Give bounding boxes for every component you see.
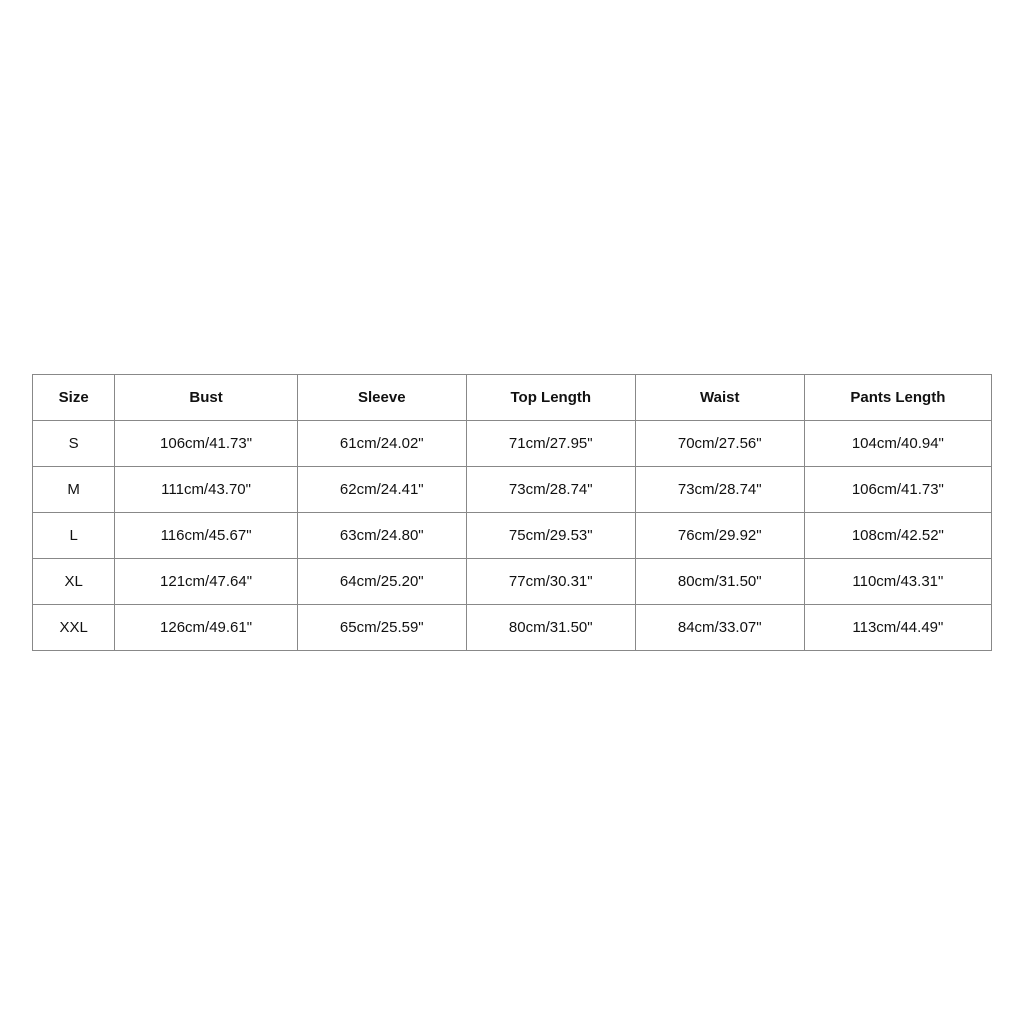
header-pants-length: Pants Length xyxy=(804,374,991,420)
cell-sleeve: 62cm/24.41" xyxy=(297,466,466,512)
header-sleeve: Sleeve xyxy=(297,374,466,420)
cell-pants-length: 106cm/41.73" xyxy=(804,466,991,512)
cell-pants-length: 104cm/40.94" xyxy=(804,420,991,466)
table-row: XL121cm/47.64"64cm/25.20"77cm/30.31"80cm… xyxy=(33,558,992,604)
cell-waist: 76cm/29.92" xyxy=(635,512,804,558)
table-row: M111cm/43.70"62cm/24.41"73cm/28.74"73cm/… xyxy=(33,466,992,512)
header-waist: Waist xyxy=(635,374,804,420)
cell-waist: 84cm/33.07" xyxy=(635,604,804,650)
cell-size: XL xyxy=(33,558,115,604)
table-row: L116cm/45.67"63cm/24.80"75cm/29.53"76cm/… xyxy=(33,512,992,558)
cell-waist: 70cm/27.56" xyxy=(635,420,804,466)
cell-sleeve: 65cm/25.59" xyxy=(297,604,466,650)
size-chart-container: Size Bust Sleeve Top Length Waist Pants … xyxy=(32,374,992,651)
cell-size: XXL xyxy=(33,604,115,650)
table-header-row: Size Bust Sleeve Top Length Waist Pants … xyxy=(33,374,992,420)
cell-pants-length: 108cm/42.52" xyxy=(804,512,991,558)
header-size: Size xyxy=(33,374,115,420)
cell-sleeve: 63cm/24.80" xyxy=(297,512,466,558)
cell-top-length: 77cm/30.31" xyxy=(466,558,635,604)
cell-top-length: 75cm/29.53" xyxy=(466,512,635,558)
header-bust: Bust xyxy=(115,374,297,420)
cell-waist: 73cm/28.74" xyxy=(635,466,804,512)
cell-pants-length: 113cm/44.49" xyxy=(804,604,991,650)
table-row: XXL126cm/49.61"65cm/25.59"80cm/31.50"84c… xyxy=(33,604,992,650)
cell-top-length: 73cm/28.74" xyxy=(466,466,635,512)
cell-size: S xyxy=(33,420,115,466)
cell-top-length: 80cm/31.50" xyxy=(466,604,635,650)
cell-bust: 106cm/41.73" xyxy=(115,420,297,466)
cell-size: L xyxy=(33,512,115,558)
cell-pants-length: 110cm/43.31" xyxy=(804,558,991,604)
cell-top-length: 71cm/27.95" xyxy=(466,420,635,466)
cell-bust: 121cm/47.64" xyxy=(115,558,297,604)
cell-bust: 111cm/43.70" xyxy=(115,466,297,512)
cell-bust: 116cm/45.67" xyxy=(115,512,297,558)
cell-size: M xyxy=(33,466,115,512)
table-row: S106cm/41.73"61cm/24.02"71cm/27.95"70cm/… xyxy=(33,420,992,466)
cell-sleeve: 64cm/25.20" xyxy=(297,558,466,604)
size-chart-table: Size Bust Sleeve Top Length Waist Pants … xyxy=(32,374,992,651)
cell-waist: 80cm/31.50" xyxy=(635,558,804,604)
cell-bust: 126cm/49.61" xyxy=(115,604,297,650)
header-top-length: Top Length xyxy=(466,374,635,420)
cell-sleeve: 61cm/24.02" xyxy=(297,420,466,466)
